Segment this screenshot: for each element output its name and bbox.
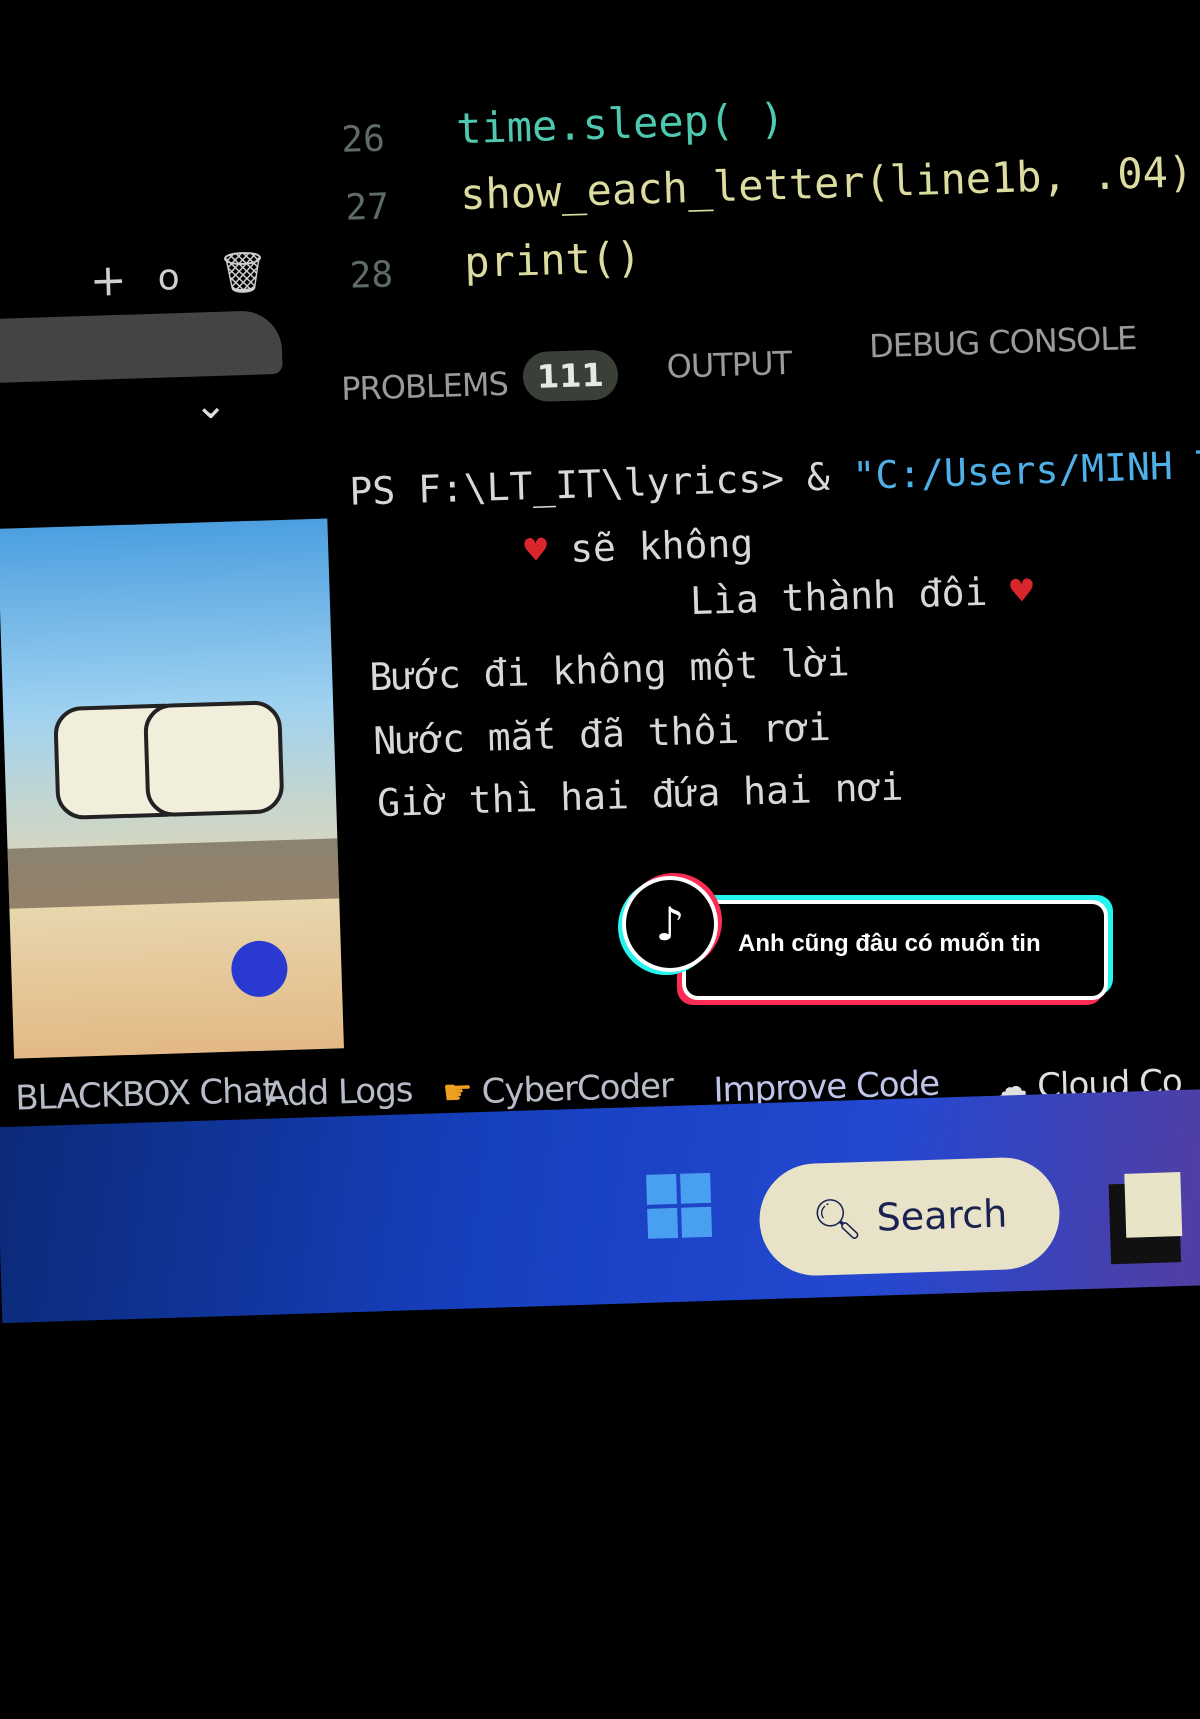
sidebar-scrollbar[interactable]	[0, 309, 283, 383]
speech-bubble	[143, 700, 285, 818]
line-number: 28	[349, 254, 394, 297]
line-number: 26	[340, 118, 386, 161]
blue-ball	[230, 940, 289, 998]
terminal-line: Lìa thành đôi	[689, 569, 989, 624]
terminal-line: Giờ thì hai đứa hai nơi	[376, 764, 904, 826]
line-number: 27	[344, 186, 390, 229]
terminal-prompt: PS F:\LT_IT\lyrics> &	[348, 454, 854, 514]
code-editor[interactable]: 26 time.sleep( ) 27 show_each_letter(lin…	[0, 0, 1194, 297]
terminal-command: "C:/Users/MINH T	[851, 442, 1200, 498]
code-line: time.sleep( )	[455, 93, 786, 154]
circle-icon[interactable]: o	[157, 257, 180, 299]
toolbar-blackbox-chat[interactable]: BLACKBOX Chat	[15, 1070, 276, 1118]
chevron-down-icon[interactable]: ⌄	[193, 382, 228, 429]
code-line: show_each_letter(line1b, .04)	[459, 147, 1194, 220]
search-label: Search	[875, 1191, 1008, 1240]
toolbar-cybercoder[interactable]: CyberCoder	[481, 1066, 674, 1112]
terminal[interactable]: PS F:\LT_IT\lyrics> & "C:/Users/MINH T ♥…	[0, 0, 1200, 826]
tab-debug-console[interactable]: DEBUG CONSOLE	[869, 319, 1137, 365]
panel-preview-image	[0, 518, 344, 1059]
toolbar-add-logs[interactable]: Add Logs	[265, 1070, 413, 1115]
terminal-line: Nước mắt đã thôi rơi	[372, 704, 832, 764]
windows-start-icon[interactable]	[646, 1172, 713, 1239]
problems-count-badge: 111	[522, 349, 619, 403]
tab-problems[interactable]: PROBLEMS	[341, 365, 509, 408]
terminal-line: Bước đi không một lời	[368, 640, 851, 700]
pointing-hand-icon: ☛	[441, 1072, 473, 1114]
characters-row	[7, 838, 340, 909]
search-icon: 🔍︎	[811, 1195, 864, 1244]
tiktok-logo-icon: ♪	[622, 876, 718, 972]
broken-heart-icon: ♥	[1009, 568, 1034, 614]
plus-icon[interactable]: +	[89, 255, 127, 307]
task-view-icon[interactable]	[1108, 1172, 1183, 1265]
taskbar-search[interactable]: 🔍︎ Search	[757, 1155, 1062, 1278]
trash-icon[interactable]: 🗑	[217, 248, 269, 297]
tab-output[interactable]: OUTPUT	[666, 344, 792, 386]
terminal-line: sẽ không	[569, 521, 754, 571]
monitor-screen: + o 🗑 ⌄ 26 time.sleep( ) 27 show_each_le…	[0, 0, 1200, 1358]
caption-text: Anh cũng đâu có muốn tin	[738, 930, 1041, 957]
broken-heart-icon: ♥	[523, 527, 548, 573]
code-line: print()	[463, 232, 643, 288]
